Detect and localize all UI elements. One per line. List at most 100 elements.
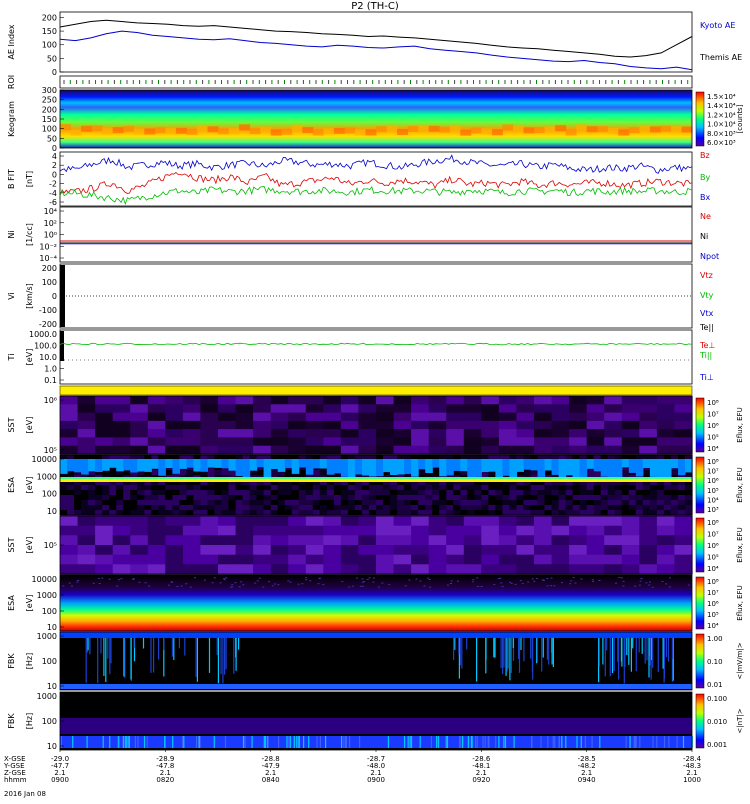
sst-elec-cell (253, 545, 272, 556)
esa-ions-band (165, 459, 173, 468)
sst-ions-cell (639, 404, 658, 414)
keogram-cell (133, 128, 145, 135)
esa-ions-bg-cell (95, 490, 103, 496)
esa-ions-bg-cell (600, 485, 609, 491)
esa-ions-bg-cell (333, 485, 342, 491)
keogram-cell (418, 124, 430, 131)
esa-ions-bg-cell (179, 490, 187, 496)
esa-ions-bg-cell (277, 505, 286, 511)
sst-ions-cell (95, 429, 114, 438)
esa-ions-bg-cell (305, 490, 314, 496)
esa-elec-speck (472, 579, 475, 581)
sst-ions-cell (235, 445, 254, 455)
sst-elec-cell (340, 545, 360, 556)
sst-elec-cell (130, 535, 149, 546)
fbk-b-stripe (484, 736, 486, 748)
fbk-b-stripe (251, 736, 253, 748)
sst-ions-cell (428, 420, 447, 430)
sst-elec-cell (428, 545, 447, 556)
fbk-b-stripe (446, 736, 449, 748)
esa-ions-band (179, 459, 187, 469)
esa-elec-speck (519, 580, 522, 582)
sst-elec-cell (77, 545, 96, 556)
sst-ions-cell (481, 429, 500, 438)
fbk-b-stripe (172, 736, 174, 748)
fbk-e-burst (667, 638, 670, 662)
esa-ions-bg-cell (502, 495, 510, 501)
esa-elec-colorbar-tick: 10⁴ (707, 622, 719, 630)
esa-ions-bg-cell (579, 500, 588, 506)
fbk-e-burst (195, 638, 197, 678)
esa-ions-bg-cell (495, 505, 503, 511)
sst-ions-cell (674, 396, 693, 405)
sst-ions-cell (498, 437, 518, 447)
sst-elec-ytick-label: 10⁵ (44, 541, 57, 550)
fbk-b-stripe (482, 736, 484, 748)
esa-ions-bg-cell (565, 500, 574, 506)
esa-elec-speck (471, 581, 474, 583)
sst-elec-cell (77, 535, 96, 546)
esa-elec-speck (101, 577, 104, 579)
bfield-ytick-label: -2 (49, 180, 57, 189)
esa-elec-speck (148, 585, 151, 587)
esa-ions-bg-cell (537, 490, 546, 496)
fbk-e-colorbar-label: <|mV/m|> (736, 642, 744, 679)
sst-ions-cell (147, 412, 166, 422)
time-axis-value: 1000 (683, 776, 701, 784)
time-axis-value: 0820 (156, 776, 174, 784)
esa-elec-speck (297, 583, 300, 585)
esa-ions-bg-cell (614, 500, 623, 506)
esa-ions-colorbar-tick: 10³ (707, 506, 719, 514)
sst-ions-cell (393, 429, 412, 438)
sst-elec-cell (604, 564, 623, 575)
bfield-ytick-label: -6 (49, 198, 57, 207)
fbk-b-ytick-label: 10 (47, 742, 57, 751)
esa-elec-speck (289, 581, 292, 583)
esa-elec-speck (446, 584, 449, 586)
fbk-e-bottom (60, 684, 692, 689)
esa-ions-bg-cell (628, 485, 637, 491)
fbk-b-stripe (487, 736, 489, 748)
esa-ions-bg-cell (298, 505, 307, 511)
esa-ions-bg-cell (432, 495, 440, 501)
esa-ions-bg-cell (432, 485, 440, 491)
sst-elec-cell (393, 525, 412, 536)
keogram-cell (586, 126, 598, 133)
esa-elec-speck (381, 582, 384, 584)
esa-ions-bg-cell (453, 490, 461, 496)
esa-ions-bg-cell (530, 485, 539, 491)
esa-elec-speck (223, 578, 226, 580)
sst-ions-cell (305, 412, 324, 422)
esa-ions-bg-cell (263, 500, 272, 506)
sst-elec-cell (498, 535, 518, 546)
esa-ions-bg-cell (579, 505, 588, 511)
esa-ions-bg-cell (446, 505, 454, 511)
sst-elec-cell (77, 516, 96, 527)
esa-elec-speck (138, 581, 141, 583)
esa-ions-band (460, 459, 468, 472)
sst-elec-cell (586, 564, 605, 575)
sst-elec-cell (446, 554, 465, 565)
keogram-cell (175, 127, 187, 134)
esa-ions-bg-cell (291, 500, 300, 506)
fbk-b-stripe (639, 736, 641, 748)
sst-elec-cell (305, 554, 324, 565)
fbk-b-low (60, 736, 692, 748)
esa-ions-band (425, 459, 433, 473)
sst-ions-cell (586, 437, 605, 447)
esa-ions-bg-cell (376, 485, 384, 491)
sst-elec-cell (534, 525, 553, 536)
esa-elec-speck (550, 577, 553, 579)
sst-elec-cell (60, 516, 79, 527)
sst-ions-cell (130, 412, 149, 422)
esa-elec-speck (356, 577, 359, 579)
esa-ions-band (123, 459, 131, 471)
esa-ions-bg-cell (81, 485, 89, 491)
esa-ions-bg-cell (593, 490, 602, 496)
fbk-b-stripe (303, 736, 305, 748)
esa-ions-bg-cell (333, 495, 342, 501)
esa-ions-band (558, 459, 567, 478)
esa-ions-band (74, 459, 82, 473)
sst-elec-cell (130, 554, 149, 565)
esa-ions-bg-cell (228, 490, 237, 496)
